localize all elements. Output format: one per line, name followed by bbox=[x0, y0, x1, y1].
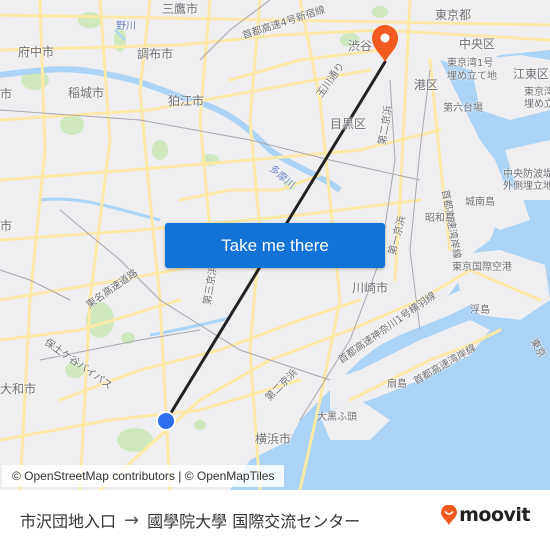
label-komae: 狛江市 bbox=[168, 94, 205, 108]
label-daikoku: 大黒ふ頭 bbox=[317, 412, 357, 423]
label-showajima: 昭和島 bbox=[425, 213, 455, 224]
label-fuchu: 府中市 bbox=[18, 45, 55, 59]
map-view[interactable]: 三鷹市 府中市 調布市 稲城市 狛江市 市 市 野川 渋谷 東京都 中央区 港区… bbox=[0, 0, 550, 490]
destination-pin bbox=[372, 25, 398, 62]
label-koto-ku: 江東区 bbox=[513, 67, 550, 81]
footer-bar: 市沢団地入口 → 國學院大學 国際交流センター moovit bbox=[0, 490, 550, 550]
label-reclaimed1-a: 東京湾1号 bbox=[447, 58, 494, 69]
label-yokohama: 横浜市 bbox=[255, 432, 292, 446]
arrow-right-icon: → bbox=[124, 509, 140, 531]
map-attribution[interactable]: © OpenStreetMap contributors | © OpenMap… bbox=[2, 465, 285, 487]
label-daiba: 第六台場 bbox=[443, 103, 483, 114]
label-shibuya: 渋谷 bbox=[348, 39, 373, 53]
moovit-logo[interactable]: moovit bbox=[441, 504, 530, 526]
label-tokyo-to: 東京都 bbox=[435, 8, 472, 22]
label-nogawa: 野川 bbox=[116, 21, 136, 32]
label-mitaka: 三鷹市 bbox=[162, 2, 199, 16]
label-ogishima: 扇島 bbox=[387, 379, 407, 390]
label-chofu: 調布市 bbox=[137, 47, 174, 61]
moovit-pin-icon bbox=[441, 505, 458, 525]
label-kawasaki: 川崎市 bbox=[352, 281, 389, 295]
route-destination: 國學院大學 国際交流センター bbox=[147, 512, 361, 531]
label-reclaimed2-a: 東京湾 bbox=[524, 87, 550, 98]
label-chuo-ku: 中央区 bbox=[459, 37, 496, 51]
label-jonanjima: 城南島 bbox=[465, 197, 495, 208]
label-chuo-bohatei-a: 中央防波堤 bbox=[503, 169, 550, 180]
label-meguro-ku: 目黒区 bbox=[330, 117, 367, 131]
label-reclaimed2-b: 埋め立 bbox=[524, 99, 550, 110]
label-reclaimed1-b: 埋め立て地 bbox=[447, 71, 497, 82]
label-city-left2: 市 bbox=[0, 219, 13, 233]
take-me-there-button[interactable]: Take me there bbox=[165, 223, 385, 268]
label-haneda: 東京国際空港 bbox=[452, 262, 512, 273]
label-minato-ku: 港区 bbox=[414, 78, 439, 92]
label-yamato: 大和市 bbox=[0, 382, 37, 396]
label-inagi: 稲城市 bbox=[68, 86, 105, 100]
label-ukishima: 浮島 bbox=[470, 305, 490, 316]
attribution-text[interactable]: © OpenStreetMap contributors | © OpenMap… bbox=[12, 469, 274, 483]
label-city-left: 市 bbox=[0, 87, 13, 101]
moovit-wordmark: moovit bbox=[459, 504, 530, 526]
route-origin: 市沢団地入口 bbox=[20, 512, 117, 531]
label-chuo-bohatei-b: 外側埋立地 bbox=[503, 181, 550, 192]
origin-marker bbox=[156, 411, 176, 431]
